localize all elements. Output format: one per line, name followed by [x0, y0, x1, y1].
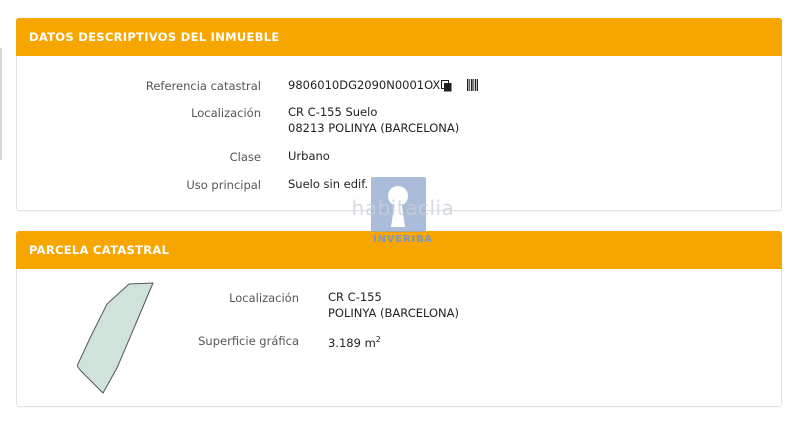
superficie-value: 3.189 m2 [328, 332, 381, 351]
parcela-title: PARCELA CATASTRAL [29, 243, 170, 257]
localizacion-label: Localización [191, 106, 261, 120]
parcela-localizacion-label: Localización [229, 291, 299, 305]
localizacion-line1: CR C-155 Suelo [288, 105, 378, 119]
clase-value: Urbano [288, 149, 330, 163]
clase-label: Clase [229, 150, 261, 164]
superficie-label: Superficie gráfica [198, 334, 299, 348]
page: DATOS DESCRIPTIVOS DEL INMUEBLE Referenc… [0, 0, 800, 423]
datos-header: DATOS DESCRIPTIVOS DEL INMUEBLE [16, 18, 782, 56]
copy-icon[interactable] [441, 80, 452, 92]
parcela-header: PARCELA CATASTRAL [16, 231, 782, 269]
datos-descriptivos-panel: DATOS DESCRIPTIVOS DEL INMUEBLE Referenc… [16, 18, 782, 211]
referencia-label: Referencia catastral [145, 79, 261, 93]
parcela-localizacion-line2: POLINYA (BARCELONA) [328, 306, 460, 320]
parcel-shape-map[interactable] [77, 280, 157, 398]
superficie-number: 3.189 m [328, 335, 376, 350]
uso-value: Suelo sin edif. [288, 177, 369, 191]
localizacion-line2: 08213 POLINYA (BARCELONA) [288, 121, 460, 135]
parcela-catastral-panel: PARCELA CATASTRAL Localización CR C-155 … [16, 231, 782, 407]
datos-title: DATOS DESCRIPTIVOS DEL INMUEBLE [29, 30, 280, 44]
superficie-unit-exponent: 2 [375, 335, 381, 344]
barcode-icon[interactable] [467, 79, 478, 91]
uso-label: Uso principal [186, 178, 261, 192]
scroll-gutter [0, 48, 2, 160]
referencia-value: 9806010DG2090N0001OX [288, 78, 441, 92]
parcela-localizacion-line1: CR C-155 [328, 290, 382, 304]
